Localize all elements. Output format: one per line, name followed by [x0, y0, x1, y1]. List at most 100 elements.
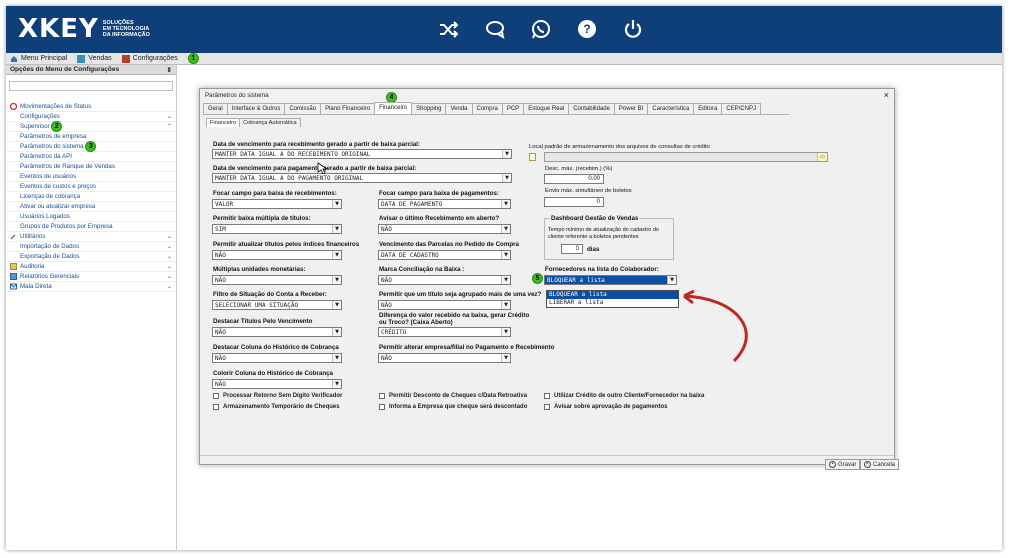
sidebar-item-eventos-custos[interactable]: Eventos de custos e preços [6, 182, 176, 192]
dropdown-arrow-icon: ▼ [332, 200, 341, 208]
tab-venda[interactable]: Venda [445, 103, 473, 114]
venc-parc-select[interactable]: DATA DE CADASTRO ▼ [378, 250, 511, 260]
destacar-venc-label: Destacar Títulos Pelo Vencimento [213, 318, 313, 325]
close-icon[interactable]: × [884, 90, 889, 100]
tab-bar: Geral Interface & Outros Comissão Plano … [203, 102, 761, 114]
menu-item-vendas[interactable]: Vendas [77, 54, 112, 63]
sidebar-item-eventos-usuarios[interactable]: Eventos de usuários [6, 172, 176, 182]
sidebar-item-auditoria[interactable]: Auditoria ⌄ [6, 262, 176, 272]
save-button[interactable]: • Gravar [825, 459, 861, 470]
avisar-select[interactable]: NÃO ▼ [378, 224, 511, 234]
check-processar-retorno[interactable]: Processar Retorno Sem Dígito Verificador [213, 393, 342, 399]
sidebar: Opções do Menu de Configurações ⇕ Movimen… [6, 65, 177, 550]
tab-power-bi[interactable]: Power BI [613, 103, 649, 114]
baixa-mult-select[interactable]: SIM ▼ [212, 224, 342, 234]
sidebar-item-usuarios-logados[interactable]: Usuários Logados [6, 212, 176, 222]
mult-unid-select[interactable]: NÃO ▼ [212, 275, 342, 285]
venc-receb-select[interactable]: MANTER DATA IGUAL A DO RECEBIMENTO ORIGI… [212, 149, 512, 159]
local-input[interactable]: ▭ [544, 152, 828, 162]
shuffle-icon[interactable] [438, 18, 460, 40]
sidebar-item-movimentacoes[interactable]: Movimentações de Status [6, 102, 176, 112]
audit-icon [10, 263, 17, 270]
atualizar-select[interactable]: NÃO ▼ [212, 250, 342, 260]
subtab-cobranca[interactable]: Cobrança Automática [239, 118, 301, 127]
sidebar-item-mala-direta[interactable]: Mala Direta ⌄ [6, 282, 176, 292]
tab-financeiro[interactable]: Financeiro [374, 102, 413, 114]
desc-label: Desc. máx. (recebim.) (%) [545, 166, 613, 172]
sidebar-item-parametros-api[interactable]: Parâmetros da API [6, 152, 176, 162]
desc-input[interactable]: 0.00 [544, 174, 604, 184]
tab-geral[interactable]: Geral [203, 103, 228, 114]
diferenca-label-2: ou Troco? (Caixa Aberto) [379, 319, 453, 326]
focar-pag-select[interactable]: DATA DE PAGAMENTO ▼ [378, 199, 511, 209]
check-utilizar-credito[interactable]: Utilizar Crédito de outro Cliente/Fornec… [544, 393, 704, 399]
tab-interface[interactable]: Interface & Outros [226, 103, 286, 114]
check-avisar-aprovacao[interactable]: Avisar sobre aprovação de pagamentos [544, 404, 668, 410]
sidebar-item-exportacao[interactable]: Exportação de Dados ⌄ [6, 252, 176, 262]
tab-editora[interactable]: Editora [693, 103, 723, 114]
dashboard-days-input[interactable]: 0 [561, 244, 583, 254]
whatsapp-icon[interactable] [530, 18, 552, 40]
power-icon[interactable] [622, 18, 644, 40]
agrupado-select[interactable]: NÃO ▼ [378, 300, 511, 310]
venc-pag-select[interactable]: MANTER DATA IGUAL A DO PAGAMENTO ORIGINA… [212, 173, 512, 183]
sidebar-search-input[interactable] [9, 81, 173, 91]
cancel-icon: × [864, 461, 871, 468]
destacar-col-select[interactable]: NÃO ▼ [212, 353, 342, 363]
fornec-option-liberar[interactable]: LIBERAR a lista [547, 299, 678, 307]
check-informa-empresa[interactable]: Informa a Empresa que cheque será descon… [379, 404, 527, 410]
chat-icon[interactable] [484, 18, 506, 40]
diferenca-label: Diferença do valor recebido na baixa, ge… [379, 312, 530, 319]
tab-pcp[interactable]: PCP [501, 103, 525, 114]
alterar-emp-select[interactable]: NÃO ▼ [378, 353, 511, 363]
check-desconto-cheques[interactable]: Permitir Desconto de Cheques c/Data Retr… [379, 393, 527, 399]
dropdown-arrow-icon: ▼ [501, 225, 510, 233]
menu-item-principal[interactable]: Menu Principal [10, 55, 67, 63]
tab-compra[interactable]: Compra [471, 103, 503, 114]
sidebar-item-ranque-vendas[interactable]: Parâmetros de Ranque de Vendas [6, 162, 176, 172]
destacar-venc-select[interactable]: NÃO ▼ [212, 327, 342, 337]
tab-caracteristica[interactable]: Característica [647, 103, 695, 114]
tab-cep-cnpj[interactable]: CEP/CNPJ [721, 103, 761, 114]
cancel-button[interactable]: × Cancela [860, 459, 900, 470]
filtro-label: Filtro de Situação do Conta a Receber: [213, 291, 327, 298]
tab-estoque-real[interactable]: Estoque Real [523, 103, 570, 114]
dropdown-arrow-icon: ▼ [501, 328, 510, 336]
chevron-down-icon: ⌄ [166, 234, 172, 240]
sidebar-item-importacao[interactable]: Importação de Dados ⌄ [6, 242, 176, 252]
sidebar-item-parametros-sistema[interactable]: Parâmetros do sistema 3 [6, 141, 176, 152]
fornec-option-bloquear[interactable]: BLOQUEAR a lista [547, 291, 678, 299]
tab-comissao[interactable]: Comissão [284, 103, 322, 114]
folder-icon[interactable]: ▭ [817, 153, 827, 161]
sidebar-item-relatorios[interactable]: Relatórios Gerenciais ⌄ [6, 272, 176, 282]
menu-item-configuracoes[interactable]: Configurações [121, 54, 178, 63]
mouse-cursor-icon [317, 162, 327, 174]
brand-tagline: SOLUÇÕES EM TECNOLOGIA DA INFORMAÇÃO [102, 20, 150, 38]
mail-icon [10, 283, 17, 290]
focar-receb-select[interactable]: VALOR ▼ [212, 199, 342, 209]
sidebar-item-licencas[interactable]: Licenças de cobrança [6, 192, 176, 202]
fornec-select[interactable]: BLOQUEAR a lista ▼ [544, 275, 677, 285]
edit-icon[interactable] [529, 153, 536, 161]
chevron-down-icon: ⌄ [166, 274, 172, 280]
marca-conc-select[interactable]: NÃO ▼ [378, 275, 511, 285]
sales-icon [77, 54, 86, 63]
envio-input[interactable]: 0 [544, 197, 604, 207]
tab-shopping[interactable]: Shopping [411, 103, 447, 114]
tab-plano-financeiro[interactable]: Plano Financeiro [320, 103, 376, 114]
report-icon [10, 273, 17, 280]
help-icon[interactable]: ? [576, 18, 598, 40]
filtro-select[interactable]: SELECIONAR UMA SITUAÇÃO ▼ [212, 300, 342, 310]
colorir-select[interactable]: NÃO ▼ [212, 379, 342, 389]
tab-contabilidade[interactable]: Contabilidade [568, 103, 615, 114]
subtab-financeiro[interactable]: Financeiro [206, 118, 241, 127]
chevron-down-icon: ⌄ [166, 114, 172, 120]
check-armazenamento[interactable]: Armazenamento Temporário de Cheques [213, 404, 340, 410]
diferenca-select[interactable]: CRÉDITO ▼ [378, 327, 511, 337]
sidebar-item-supervisor[interactable]: Supervisor 2 ⌃ [6, 121, 176, 132]
sidebar-item-ativar-empresa[interactable]: Ativar ou atualizar empresa [6, 202, 176, 212]
alterar-emp-label: Permitir alterar empresa/filial no Pagam… [379, 344, 555, 351]
sidebar-item-utilitarios[interactable]: Utilitários ⌄ [6, 232, 176, 242]
sidebar-item-grupos-produtos[interactable]: Grupos de Produtos por Empresa [6, 222, 176, 232]
collapse-icon[interactable]: ⇕ [167, 66, 172, 74]
